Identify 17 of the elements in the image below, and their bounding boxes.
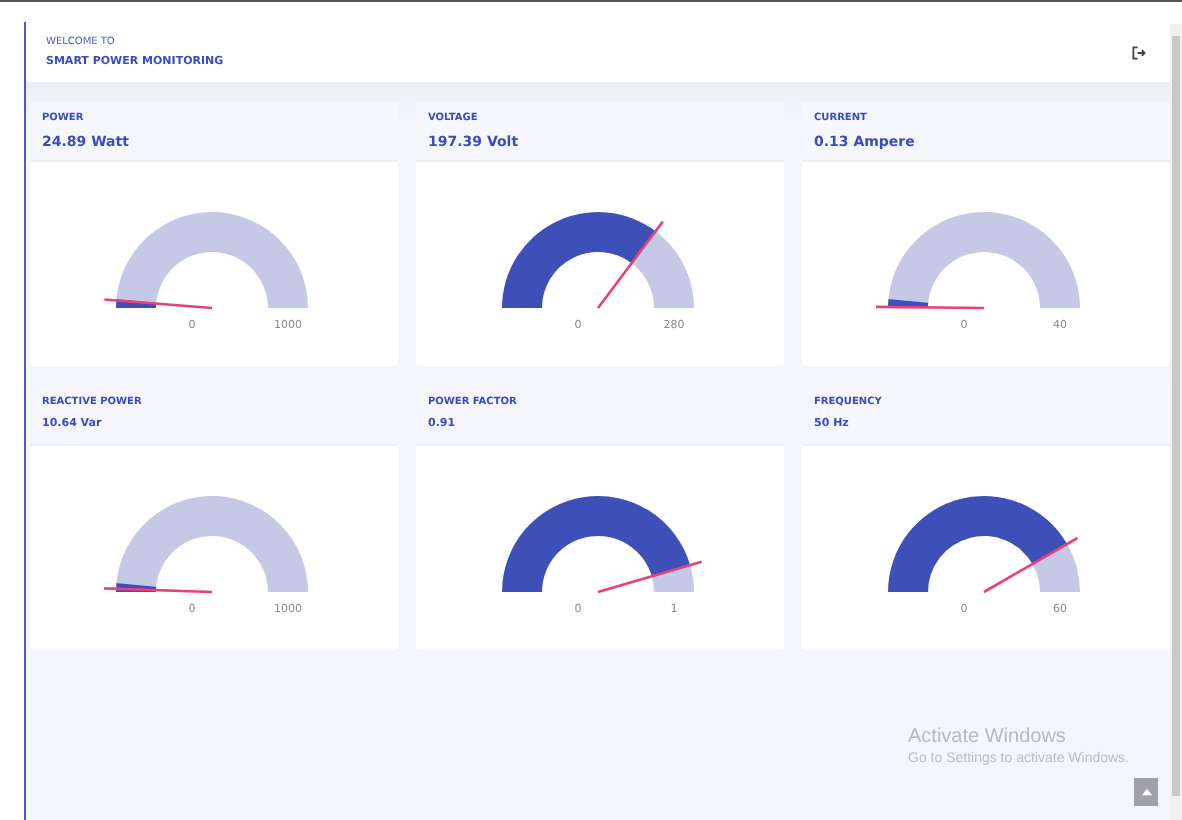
gauge-needle (596, 220, 664, 309)
logout-icon[interactable] (1132, 45, 1146, 59)
gauge-fill (116, 298, 157, 308)
gauge-track (651, 565, 694, 592)
gauge-needle (983, 536, 1079, 594)
scroll-top-button[interactable] (1134, 778, 1158, 806)
gauge-needle (876, 305, 984, 310)
scrollbar[interactable] (1170, 24, 1182, 820)
caret-icon (1141, 788, 1151, 796)
gauge-fill (116, 582, 157, 592)
gauge-needle (104, 587, 213, 594)
gauge-fill (888, 298, 929, 308)
activation-title: Activate Windows (908, 726, 1068, 748)
gauge-track (1032, 544, 1080, 592)
gauge-needle (597, 560, 703, 594)
gauge-track (631, 231, 694, 308)
gauge-needle (104, 298, 213, 310)
